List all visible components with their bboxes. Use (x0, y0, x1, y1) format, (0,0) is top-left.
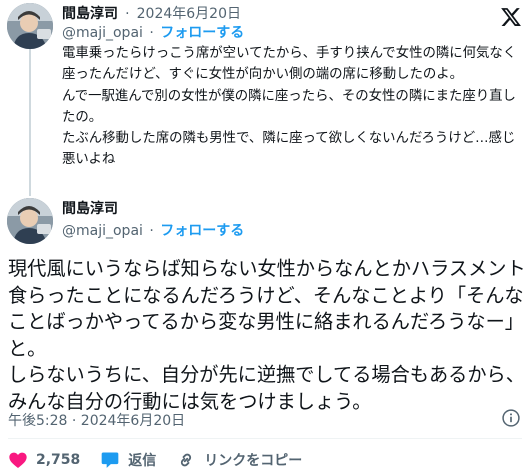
copy-link-label: リンクをコピー (204, 453, 303, 469)
divider (8, 438, 522, 439)
follow-button[interactable]: フォローする (160, 25, 244, 41)
thread-connector-line (29, 46, 31, 196)
speech-bubble-icon (101, 452, 119, 468)
separator-dot: · (149, 223, 154, 239)
author-handle[interactable]: @maji_opai (62, 25, 143, 41)
main-tweet-subheader: @maji_opai · フォローする (62, 221, 244, 241)
tweet-timestamp[interactable]: 午後5:28 · 2024年6月20日 (8, 410, 185, 430)
parent-tweet-header: 間島淳司 · 2024年6月20日 (62, 3, 241, 25)
main-tweet-text: 現代風にいうならば知らない女性からなんとかハラスメント食らったことになるんだろう… (8, 257, 526, 413)
author-handle[interactable]: @maji_opai (62, 223, 143, 239)
separator-dot: · (125, 6, 130, 22)
link-icon (181, 453, 192, 467)
tweet-date[interactable]: 2024年6月20日 (137, 6, 241, 22)
author-name[interactable]: 間島淳司 (62, 201, 118, 217)
author-name[interactable]: 間島淳司 (62, 6, 118, 22)
avatar[interactable] (7, 198, 53, 244)
copy-link-button[interactable]: リンクをコピー (176, 450, 302, 470)
parent-tweet[interactable]: 間島淳司 · 2024年6月20日 @maji_opai · フォローする 電車… (0, 0, 530, 196)
reply-button[interactable]: 返信 (100, 450, 156, 470)
like-count: 2,758 (36, 452, 81, 468)
tweet-embed: 間島淳司 · 2024年6月20日 @maji_opai · フォローする 電車… (0, 0, 530, 475)
follow-button[interactable]: フォローする (160, 223, 244, 239)
reply-label: 返信 (128, 453, 157, 469)
avatar-image-icon (7, 3, 53, 49)
avatar[interactable] (7, 3, 53, 49)
action-bar: 2,758 返信 リンクをコピー (8, 448, 322, 472)
parent-tweet-text: 電車乗ったらけっこう席が空いてたから、手すり挟んで女性の隣に何気なく座ったんだけ… (62, 46, 517, 168)
x-logo-icon[interactable] (500, 6, 522, 28)
main-tweet-header: 間島淳司 (62, 198, 118, 219)
info-icon[interactable] (501, 408, 521, 428)
parent-tweet-subheader: @maji_opai · フォローする (62, 23, 244, 43)
like-button[interactable]: 2,758 (8, 450, 80, 470)
avatar-image-icon (7, 198, 53, 244)
separator-dot: · (149, 25, 154, 41)
heart-icon (9, 452, 27, 468)
